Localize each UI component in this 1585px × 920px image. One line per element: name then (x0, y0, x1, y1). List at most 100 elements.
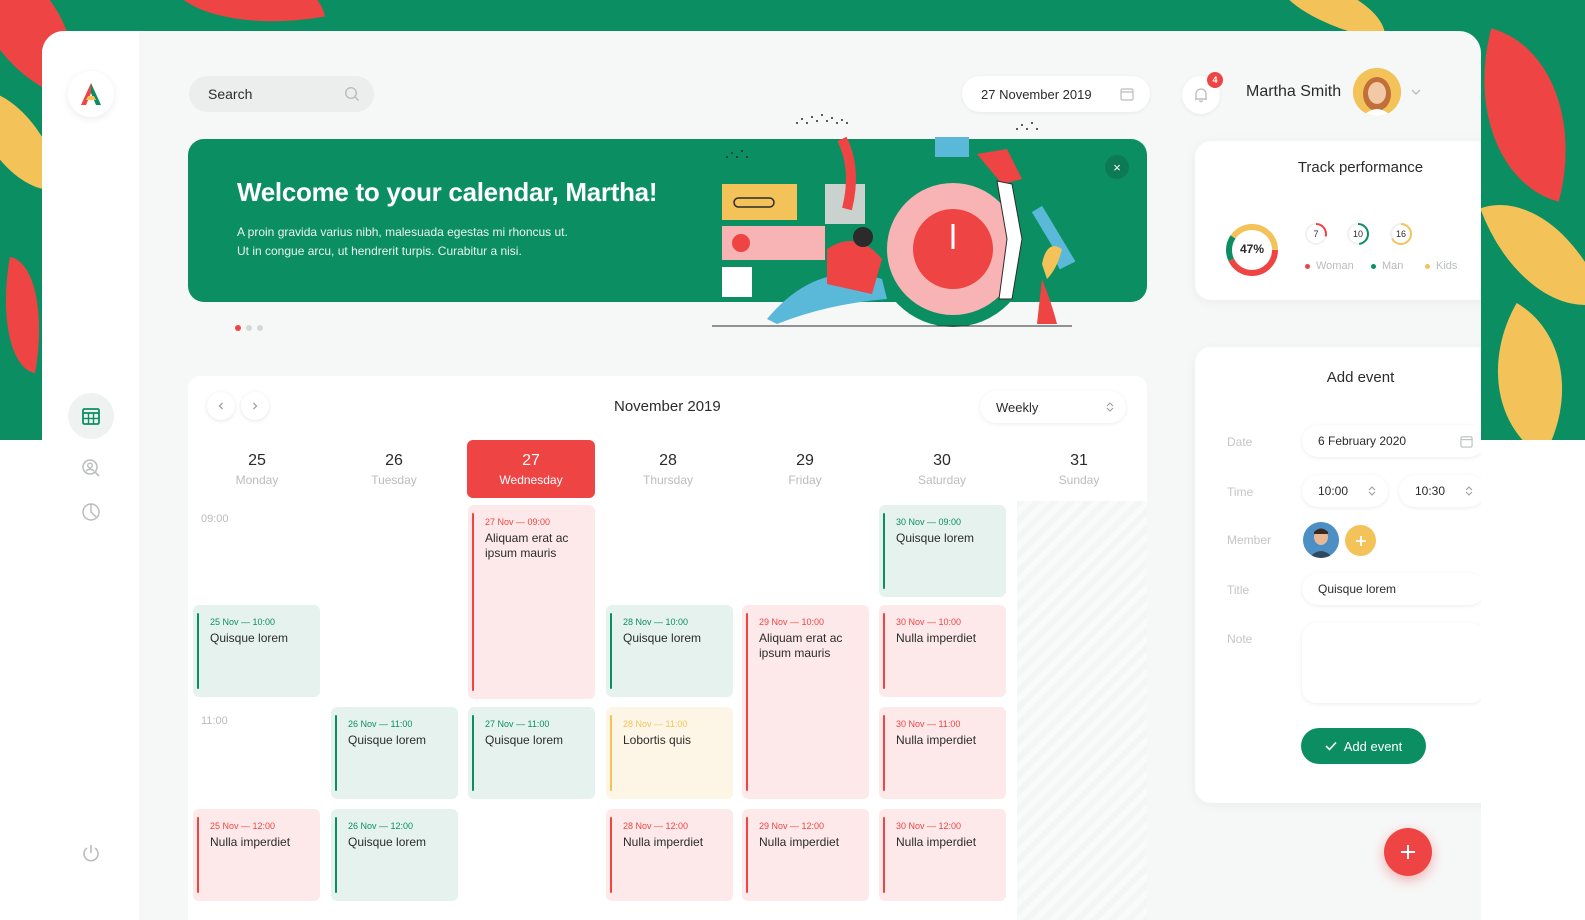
day-number: 25 (248, 452, 266, 469)
leaf-decoration (1480, 179, 1585, 331)
end-time-select[interactable]: 10:30 (1399, 475, 1481, 507)
kids-value: 16 (1395, 229, 1406, 239)
event-time: 30 Nov — 12:00 (896, 821, 962, 831)
calendar-event[interactable]: 25 Nov — 12:00 Nulla imperdiet (193, 809, 320, 901)
day-number: 27 (522, 452, 540, 469)
event-title: Aliquam erat ac ipsum mauris (759, 631, 843, 660)
calendar-event[interactable]: 27 Nov — 11:00 Quisque lorem (468, 707, 595, 799)
chevron-left-icon (218, 402, 223, 410)
time-label: 09:00 (201, 513, 229, 525)
day-number: 30 (933, 452, 951, 469)
next-week-button[interactable] (241, 392, 269, 420)
note-textarea[interactable] (1302, 623, 1481, 703)
calendar-event[interactable]: 28 Nov — 12:00 Nulla imperdiet (606, 809, 733, 901)
carousel-dot[interactable] (235, 325, 241, 331)
event-title: Lobortis quis (623, 733, 692, 747)
day-header-today[interactable]: 27 Wednesday (467, 440, 595, 498)
event-title: Nulla imperdiet (896, 835, 977, 849)
legend-label: Man (1382, 260, 1404, 272)
logo-a-icon (81, 83, 101, 105)
day-name: Tuesday (371, 473, 417, 487)
day-name: Friday (788, 473, 822, 487)
calendar-event[interactable]: 26 Nov — 12:00 Quisque lorem (331, 809, 458, 901)
calendar-event[interactable]: 28 Nov — 10:00 Quisque lorem (606, 605, 733, 697)
event-time: 30 Nov — 09:00 (896, 517, 962, 527)
calendar-event[interactable]: 30 Nov — 10:00 Nulla imperdiet (879, 605, 1006, 697)
note-label: Note (1227, 632, 1253, 646)
view-select-value: Weekly (996, 399, 1039, 415)
select-arrows-icon (1368, 486, 1376, 496)
day-name: Thursday (642, 473, 694, 487)
event-title: Nulla imperdiet (210, 835, 291, 849)
notifications-button[interactable]: 4 (1182, 72, 1223, 114)
legend-label: Kids (1436, 260, 1458, 272)
select-arrows-icon (1106, 402, 1114, 412)
start-time-select[interactable]: 10:00 (1302, 475, 1388, 507)
add-member-button[interactable] (1345, 525, 1376, 556)
banner-text-line-1: A proin gravida varius nibh, malesuada e… (237, 225, 568, 239)
search-input[interactable]: Search (189, 76, 374, 112)
nav-people-search[interactable] (68, 445, 114, 491)
event-time: 26 Nov — 11:00 (348, 719, 413, 729)
day-number: 26 (385, 452, 403, 469)
nav-reports[interactable] (68, 489, 114, 535)
day-header[interactable]: 26 Tuesday (330, 440, 458, 498)
performance-total: 47% (1239, 242, 1265, 256)
event-title: Quisque lorem (348, 835, 427, 849)
end-time-value: 10:30 (1415, 484, 1446, 498)
logo[interactable] (68, 71, 114, 117)
date-field[interactable]: 6 February 2020 (1302, 425, 1481, 457)
track-performance-panel: Track performance 47% 7 10 16 Woman Man … (1195, 141, 1481, 300)
calendar-event[interactable]: 30 Nov — 12:00 Nulla imperdiet (879, 809, 1006, 901)
day-header[interactable]: 25 Monday (193, 440, 321, 498)
app-window: Search 27 November 2019 4 Martha Smith W… (42, 31, 1481, 920)
user-name: Martha Smith (1246, 83, 1342, 100)
view-select[interactable]: Weekly (980, 391, 1126, 423)
event-title: Aliquam erat ac ipsum mauris (485, 531, 569, 560)
calendar-icon (1120, 88, 1134, 101)
legend-woman: Woman (1305, 260, 1354, 272)
chevron-down-icon[interactable] (1410, 86, 1422, 98)
panel-title: Add event (1326, 369, 1395, 386)
calendar-icon (1460, 435, 1473, 448)
carousel-dots[interactable] (235, 325, 263, 331)
event-title: Quisque lorem (896, 531, 975, 545)
clock-icon (82, 503, 100, 521)
date-picker[interactable]: 27 November 2019 (962, 76, 1150, 112)
day-header[interactable]: 31 Sunday (1015, 440, 1143, 498)
event-title: Nulla imperdiet (896, 733, 977, 747)
calendar-event[interactable]: 29 Nov — 12:00 Nulla imperdiet (742, 809, 869, 901)
calendar-event[interactable]: 29 Nov — 10:00 Aliquam erat ac ipsum mau… (742, 605, 869, 799)
woman-value: 7 (1313, 229, 1319, 239)
event-time: 30 Nov — 10:00 (896, 617, 962, 627)
day-header[interactable]: 28 Thursday (604, 440, 732, 498)
add-event-button[interactable]: Add event (1301, 728, 1426, 764)
event-time: 29 Nov — 10:00 (759, 617, 825, 627)
day-header[interactable]: 30 Saturday (878, 440, 1006, 498)
event-time: 28 Nov — 10:00 (623, 617, 689, 627)
logout-button[interactable] (68, 830, 114, 876)
check-icon (1325, 741, 1337, 751)
calendar-event[interactable]: 30 Nov — 09:00 Quisque lorem (879, 505, 1006, 597)
carousel-dot[interactable] (257, 325, 263, 331)
calendar-event[interactable]: 25 Nov — 10:00 Quisque lorem (193, 605, 320, 697)
event-time: 28 Nov — 11:00 (623, 719, 688, 729)
close-banner-button[interactable]: × (1105, 155, 1129, 179)
nav-calendar[interactable] (68, 393, 114, 439)
calendar-event[interactable]: 28 Nov — 11:00 Lobortis quis (606, 707, 733, 799)
event-time: 25 Nov — 10:00 (210, 617, 276, 627)
event-title: Quisque lorem (210, 631, 289, 645)
carousel-dot[interactable] (246, 325, 252, 331)
calendar-event[interactable]: 30 Nov — 11:00 Nulla imperdiet (879, 707, 1006, 799)
day-header[interactable]: 29 Friday (741, 440, 869, 498)
floating-add-button[interactable] (1384, 828, 1432, 876)
avatar-image (1353, 68, 1401, 116)
prev-week-button[interactable] (207, 392, 235, 420)
calendar-event[interactable]: 26 Nov — 11:00 Quisque lorem (331, 707, 458, 799)
title-input[interactable]: Quisque lorem (1302, 573, 1481, 605)
calendar-event[interactable]: 27 Nov — 09:00 Aliquam erat ac ipsum mau… (468, 505, 595, 699)
notification-badge: 4 (1207, 72, 1223, 88)
avatar[interactable] (1353, 68, 1401, 116)
member-avatar[interactable] (1303, 522, 1339, 558)
banner-text-line-2: Ut in congue arcu, ut hendrerit turpis. … (237, 244, 522, 258)
